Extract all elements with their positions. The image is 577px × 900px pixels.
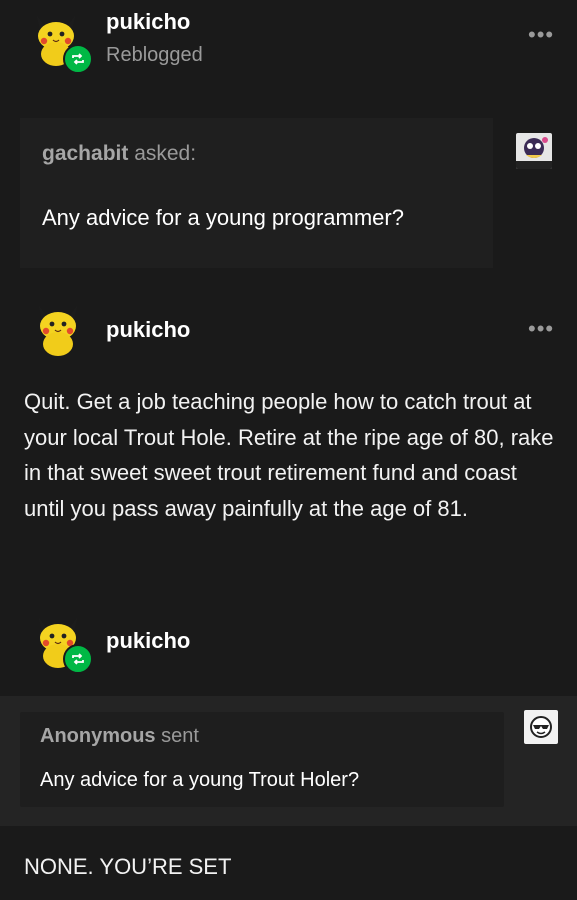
anonymous-avatar <box>524 710 558 744</box>
asker-avatar[interactable] <box>516 133 552 169</box>
asker-name[interactable]: gachabit <box>42 142 128 165</box>
ask-verb: sent <box>161 725 199 747</box>
pikachu-avatar-icon <box>38 304 78 356</box>
reblog-badge <box>63 44 93 74</box>
asker-name: Anonymous <box>40 725 156 747</box>
reblog-badge <box>63 644 93 674</box>
reblogged-label: Reblogged <box>106 44 203 66</box>
reply1-text: Quit. Get a job teaching people how to c… <box>24 389 554 521</box>
anonymous-avatar-icon <box>524 710 558 744</box>
reply1-username[interactable]: pukicho <box>106 317 190 343</box>
reblog2-username[interactable]: pukicho <box>106 628 190 654</box>
reply2-text: NONE. YOU’RE SET <box>24 854 232 879</box>
ask-header-2: Anonymous sent <box>40 725 199 748</box>
more-options-icon[interactable]: ••• <box>528 22 554 48</box>
reblog-icon <box>72 653 84 665</box>
ask-question-2: Any advice for a young Trout Holer? <box>40 769 360 791</box>
ask-box-1: gachabit asked: Any advice for a young p… <box>20 118 493 268</box>
reply1-avatar[interactable] <box>28 298 88 363</box>
ask-question-1: Any advice for a young programmer? <box>42 205 404 230</box>
ask-verb: asked: <box>134 142 197 165</box>
reblogger-username[interactable]: pukicho <box>106 9 190 35</box>
ask-header-1: gachabit asked: <box>42 142 196 166</box>
reblog-icon <box>72 53 84 65</box>
ask-box-2: Anonymous sent Any advice for a young Tr… <box>20 712 504 807</box>
asker-avatar-icon <box>516 133 552 169</box>
more-options-icon[interactable]: ••• <box>528 316 554 342</box>
